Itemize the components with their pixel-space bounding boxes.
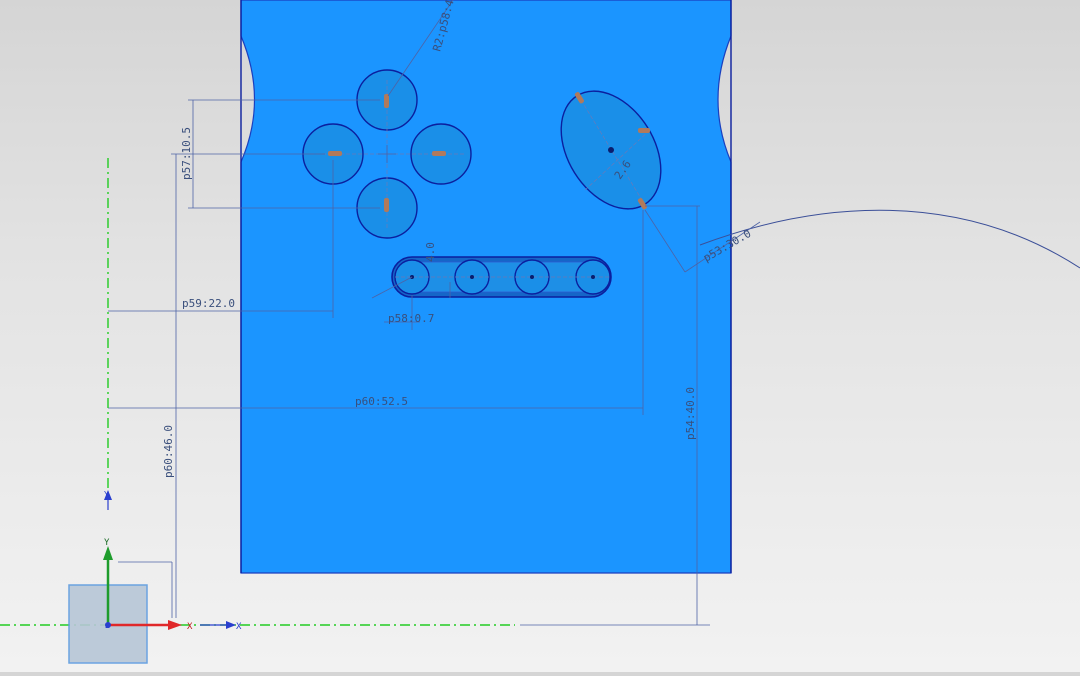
secondary-x-label: X [236,622,242,632]
model-canvas[interactable]: 2.6 4.0 p57:10.5 R2:p58:4.0 p59:22.0 p58… [0,0,1080,672]
dim-p57[interactable]: p57:10.5 [180,127,193,180]
triad-y-label: Y [104,538,110,548]
dim-p54[interactable]: p54:40.0 [684,387,697,440]
triad-z-label: Z [105,622,109,630]
slot-dim-small[interactable]: 4.0 [424,242,437,262]
dim-p59[interactable]: p59:22.0 [182,297,235,310]
dim-p60-52[interactable]: p60:52.5 [355,395,408,408]
dim-slot-pitch[interactable]: p58:0.7 [388,312,434,325]
cad-graphics-window[interactable]: 2.6 4.0 p57:10.5 R2:p58:4.0 p59:22.0 p58… [0,0,1080,672]
dim-p60-46[interactable]: p60:46.0 [162,425,175,478]
secondary-y-label: Y [104,490,109,499]
triad-x-label: X [187,622,193,632]
guide-curve[interactable] [699,209,1080,269]
wcs-triad[interactable]: Y X Z [68,538,193,664]
